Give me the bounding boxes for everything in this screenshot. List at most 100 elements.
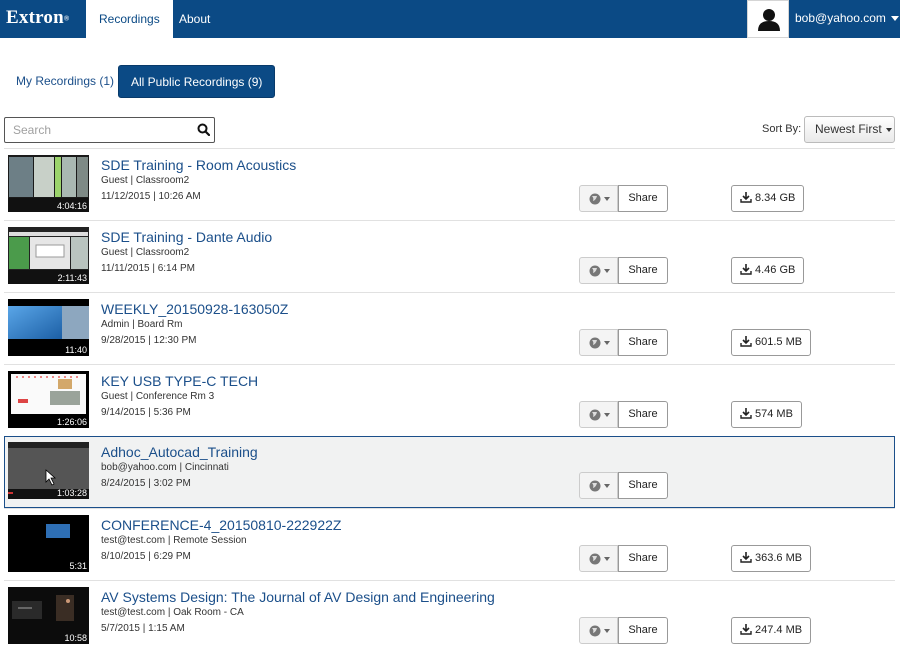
user-email: bob@yahoo.com: [795, 11, 886, 25]
duration-label: 11:40: [65, 345, 87, 355]
visibility-dropdown[interactable]: [579, 329, 618, 356]
recording-row[interactable]: 10:58 AV Systems Design: The Journal of …: [4, 580, 895, 652]
visibility-dropdown[interactable]: [579, 472, 618, 499]
download-button[interactable]: 363.6 MB: [731, 545, 812, 572]
recording-meta: Admin | Board Rm: [101, 319, 183, 330]
recording-date: 11/11/2015 | 6:14 PM: [101, 263, 195, 274]
download-icon: [740, 552, 752, 563]
tab-recordings[interactable]: Recordings: [86, 0, 173, 38]
recording-row[interactable]: 11:40 WEEKLY_20150928-163050Z Admin | Bo…: [4, 292, 895, 364]
recording-title-link[interactable]: KEY USB TYPE-C TECH: [101, 373, 258, 389]
share-button[interactable]: Share: [618, 617, 668, 644]
tab-about[interactable]: About: [166, 0, 223, 38]
share-button[interactable]: Share: [618, 329, 668, 356]
file-size: 601.5 MB: [755, 336, 803, 348]
visibility-dropdown[interactable]: [579, 617, 618, 644]
chevron-down-icon: [604, 629, 610, 633]
file-size: 574 MB: [755, 408, 793, 420]
recording-meta: Guest | Classroom2: [101, 175, 190, 186]
recording-meta: bob@yahoo.com | Cincinnati: [101, 462, 229, 473]
recording-row[interactable]: 1:26:06 KEY USB TYPE-C TECH Guest | Conf…: [4, 364, 895, 436]
tab-all-public-recordings[interactable]: All Public Recordings (9): [118, 65, 276, 98]
share-button[interactable]: Share: [618, 185, 668, 212]
user-menu-dropdown[interactable]: bob@yahoo.com: [795, 11, 899, 25]
extron-logo[interactable]: Extron®: [6, 7, 69, 29]
recording-title-link[interactable]: SDE Training - Room Acoustics: [101, 157, 296, 173]
globe-icon: [589, 409, 601, 421]
video-thumbnail[interactable]: 5:31: [8, 515, 89, 572]
recording-date: 9/14/2015 | 5:36 PM: [101, 407, 191, 418]
chevron-down-icon: [885, 127, 892, 132]
chevron-down-icon: [604, 197, 610, 201]
share-button[interactable]: Share: [618, 257, 668, 284]
duration-label: 2:11:43: [57, 273, 87, 283]
share-button[interactable]: Share: [618, 401, 668, 428]
visibility-dropdown[interactable]: [579, 545, 618, 572]
sort-dropdown[interactable]: Newest First: [804, 116, 895, 143]
search-icon[interactable]: [197, 123, 210, 136]
duration-label: 1:03:28: [56, 488, 87, 498]
recording-title-link[interactable]: CONFERENCE-4_20150810-222922Z: [101, 517, 341, 533]
recording-date: 5/7/2015 | 1:15 AM: [101, 623, 185, 634]
recording-title-link[interactable]: Adhoc_Autocad_Training: [101, 444, 258, 460]
search-input[interactable]: [5, 118, 185, 142]
recording-meta: test@test.com | Oak Room - CA: [101, 607, 244, 618]
download-button[interactable]: 8.34 GB: [731, 185, 805, 212]
download-icon: [740, 408, 752, 419]
globe-icon: [589, 193, 601, 205]
search-box: [4, 117, 215, 143]
recording-meta: test@test.com | Remote Session: [101, 535, 247, 546]
recording-row-selected[interactable]: 1:03:28 Adhoc_Autocad_Training bob@yahoo…: [4, 436, 895, 508]
recording-title-link[interactable]: WEEKLY_20150928-163050Z: [101, 301, 288, 317]
sort-label: Sort By:: [762, 123, 802, 135]
duration-label: 1:26:06: [56, 417, 87, 427]
chevron-down-icon: [604, 269, 610, 273]
user-silhouette-icon: [758, 9, 780, 31]
visibility-dropdown[interactable]: [579, 257, 618, 284]
recording-date: 11/12/2015 | 10:26 AM: [101, 191, 201, 202]
recording-date: 8/24/2015 | 3:02 PM: [101, 478, 191, 489]
file-size: 363.6 MB: [755, 552, 803, 564]
recording-date: 9/28/2015 | 12:30 PM: [101, 335, 197, 346]
visibility-dropdown[interactable]: [579, 185, 618, 212]
download-button[interactable]: 4.46 GB: [731, 257, 805, 284]
file-size: 8.34 GB: [755, 192, 796, 204]
chevron-down-icon: [890, 16, 899, 22]
chevron-down-icon: [604, 413, 610, 417]
video-thumbnail[interactable]: 1:03:28: [8, 442, 89, 499]
download-button[interactable]: 601.5 MB: [731, 329, 812, 356]
video-thumbnail[interactable]: 4:04:16: [8, 155, 89, 212]
recording-row[interactable]: 4:04:16 SDE Training - Room Acoustics Gu…: [4, 148, 895, 220]
chevron-down-icon: [604, 484, 610, 488]
download-button[interactable]: 574 MB: [731, 401, 802, 428]
recording-meta: Guest | Classroom2: [101, 247, 190, 258]
top-navbar: Extron® Recordings About bob@yahoo.com: [0, 0, 900, 38]
tab-my-recordings[interactable]: My Recordings (1): [4, 65, 126, 98]
video-thumbnail[interactable]: 1:26:06: [8, 371, 89, 428]
user-avatar[interactable]: [747, 0, 789, 38]
globe-icon: [589, 337, 601, 349]
download-icon: [740, 264, 752, 275]
chevron-down-icon: [604, 341, 610, 345]
share-button[interactable]: Share: [618, 472, 668, 499]
globe-icon: [589, 265, 601, 277]
video-thumbnail[interactable]: 10:58: [8, 587, 89, 644]
video-thumbnail[interactable]: 2:11:43: [8, 227, 89, 284]
recording-title-link[interactable]: AV Systems Design: The Journal of AV Des…: [101, 589, 495, 605]
download-icon: [740, 624, 752, 635]
share-button[interactable]: Share: [618, 545, 668, 572]
recording-date: 8/10/2015 | 6:29 PM: [101, 551, 191, 562]
file-size: 247.4 MB: [755, 624, 803, 636]
download-icon: [740, 192, 752, 203]
recording-row[interactable]: 5:31 CONFERENCE-4_20150810-222922Z test@…: [4, 508, 895, 580]
recording-row[interactable]: 2:11:43 SDE Training - Dante Audio Guest…: [4, 220, 895, 292]
recording-title-link[interactable]: SDE Training - Dante Audio: [101, 229, 272, 245]
video-thumbnail[interactable]: 11:40: [8, 299, 89, 356]
duration-label: 5:31: [69, 561, 87, 571]
file-size: 4.46 GB: [755, 264, 796, 276]
duration-label: 10:58: [64, 633, 87, 643]
visibility-dropdown[interactable]: [579, 401, 618, 428]
download-button[interactable]: 247.4 MB: [731, 617, 812, 644]
globe-icon: [589, 553, 601, 565]
globe-icon: [589, 625, 601, 637]
